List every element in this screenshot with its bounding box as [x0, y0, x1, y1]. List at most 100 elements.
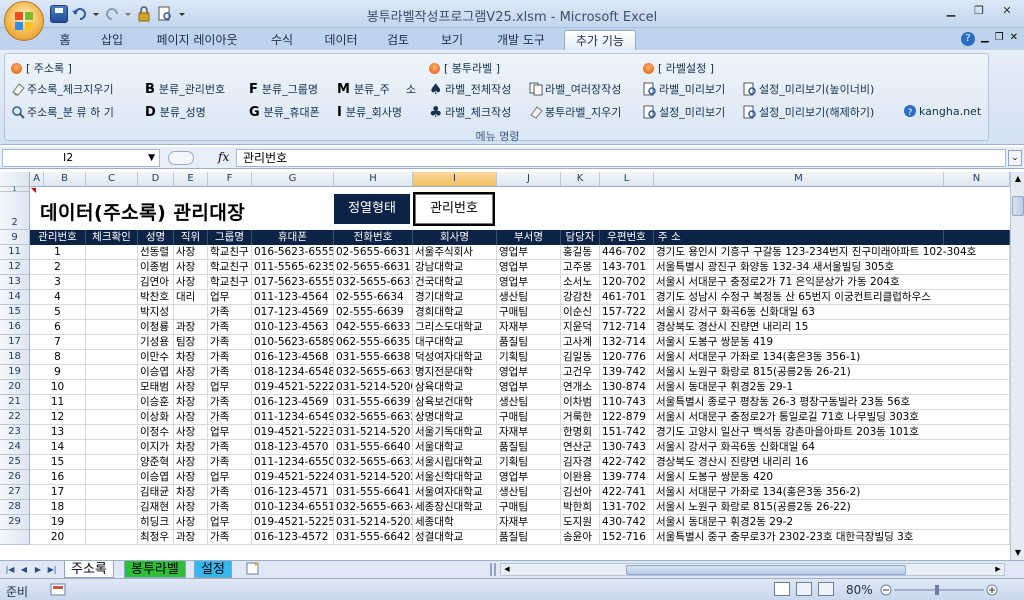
table-cell[interactable]: 011-1234-6549 — [252, 410, 334, 425]
table-cell[interactable]: 032-5655-6633 — [334, 455, 413, 470]
table-cell[interactable]: 사장 — [174, 380, 208, 395]
table-cell[interactable]: 김태균 — [138, 485, 174, 500]
table-cell[interactable]: 이승엽 — [138, 365, 174, 380]
table-cell[interactable]: 업무 — [208, 515, 252, 530]
table-cell[interactable]: 사장 — [174, 500, 208, 515]
table-cell[interactable]: 서울시 도봉구 쌍문동 419 — [654, 335, 1010, 350]
table-cell[interactable]: 010-1234-6551 — [252, 500, 334, 515]
table-cell[interactable]: 032-5655-6632 — [334, 410, 413, 425]
formula-expand-button[interactable]: ⌄ — [1008, 150, 1022, 166]
table-cell[interactable]: 자재부 — [497, 515, 561, 530]
table-header-cell[interactable]: 회사명 — [413, 230, 497, 245]
table-cell[interactable]: 16 — [30, 470, 86, 485]
table-cell[interactable]: 019-4521-5222 — [252, 380, 334, 395]
table-cell[interactable]: 016-123-4568 — [252, 350, 334, 365]
kangha-link[interactable]: ? kangha.net — [903, 104, 981, 118]
table-cell[interactable]: 서울여자대학교 — [413, 485, 497, 500]
table-cell[interactable]: 사장 — [174, 515, 208, 530]
table-cell[interactable] — [86, 470, 138, 485]
row-header[interactable]: 14 — [0, 290, 30, 305]
table-cell[interactable]: 업무 — [208, 290, 252, 305]
table-cell[interactable]: 2 — [30, 260, 86, 275]
table-cell[interactable]: 가족 — [208, 395, 252, 410]
label-clear-button[interactable]: 봉투라벨_지우기 — [529, 104, 621, 120]
table-cell[interactable]: 12 — [30, 410, 86, 425]
table-cell[interactable]: 영업부 — [497, 245, 561, 260]
sheet-tab-addressbook[interactable]: 주소록 — [64, 561, 114, 578]
sheet-tab-envelope-label[interactable]: 봉투라벨 — [124, 561, 186, 578]
minimize-button[interactable]: ▁ — [938, 2, 964, 20]
table-cell[interactable]: 10 — [30, 380, 86, 395]
table-cell[interactable]: 명지전문대학 — [413, 365, 497, 380]
table-cell[interactable]: 김일동 — [561, 350, 600, 365]
name-box[interactable]: I2 ▼ — [2, 149, 160, 167]
table-cell[interactable]: 삼육대학교 — [413, 380, 497, 395]
table-cell[interactable]: 사장 — [174, 365, 208, 380]
table-cell[interactable]: 157-722 — [600, 305, 654, 320]
table-cell[interactable]: 가족 — [208, 305, 252, 320]
table-cell[interactable]: 생산팀 — [497, 395, 561, 410]
table-cell[interactable]: 영업부 — [497, 260, 561, 275]
cat-group-button[interactable]: F 분류_그룹명 — [249, 81, 318, 97]
addr-sort-button[interactable]: 주소록_분 류 하 기 — [11, 104, 114, 120]
table-cell[interactable]: 011-1234-6550 — [252, 455, 334, 470]
table-cell[interactable]: 이정수 — [138, 425, 174, 440]
table-cell[interactable]: 박지성 — [138, 305, 174, 320]
addr-check-clear-button[interactable]: 주소록_체크지우기 — [11, 81, 113, 97]
ribbon-minimize-button[interactable]: ▁ — [981, 32, 989, 46]
tab-page-layout[interactable]: 페이지 레이아웃 — [146, 30, 248, 50]
table-cell[interactable]: 02-5655-6631 — [334, 260, 413, 275]
table-cell[interactable]: 김연아 — [138, 275, 174, 290]
cat-mgmt-button[interactable]: B 분류_관리번호 — [145, 81, 225, 97]
table-cell[interactable]: 박찬호 — [138, 290, 174, 305]
table-cell[interactable]: 이지가 — [138, 440, 174, 455]
help-icon[interactable]: ? — [960, 32, 975, 46]
table-cell[interactable]: 서울특별시 광진구 화양동 132-34 새서울빌딩 305호 — [654, 260, 1010, 275]
sheet-tab-settings[interactable]: 설정 — [194, 561, 232, 578]
table-header-cell[interactable]: 그룹명 — [208, 230, 252, 245]
new-sheet-icon[interactable] — [244, 562, 262, 576]
scroll-left-icon[interactable]: ◀ — [501, 564, 513, 575]
table-cell[interactable]: 사장 — [174, 245, 208, 260]
column-header-b[interactable]: B — [44, 172, 86, 187]
table-cell[interactable]: 거룩한 — [561, 410, 600, 425]
row-header[interactable]: 27 — [0, 485, 30, 500]
row-header[interactable]: 15 — [0, 305, 30, 320]
table-cell[interactable]: 서울신학대학교 — [413, 470, 497, 485]
column-header-i[interactable]: I — [413, 172, 497, 187]
table-cell[interactable]: 422-741 — [600, 485, 654, 500]
row-header[interactable]: 18 — [0, 350, 30, 365]
tab-split-handle[interactable] — [490, 563, 496, 576]
table-cell[interactable] — [86, 245, 138, 260]
table-cell[interactable]: 430-742 — [600, 515, 654, 530]
table-cell[interactable]: 서울시 노원구 화랑로 815(공릉2동 26-21) — [654, 365, 1010, 380]
table-cell[interactable]: 이차범 — [561, 395, 600, 410]
table-cell[interactable] — [86, 275, 138, 290]
label-check-button[interactable]: ♣ 라벨_체크작성 — [429, 104, 511, 120]
zoom-level[interactable]: 80% — [846, 583, 873, 597]
table-cell[interactable]: 서울주식회사 — [413, 245, 497, 260]
column-header-f[interactable]: F — [208, 172, 252, 187]
table-cell[interactable]: 고주몽 — [561, 260, 600, 275]
row-header[interactable]: 20 — [0, 380, 30, 395]
table-cell[interactable]: 김재현 — [138, 500, 174, 515]
last-sheet-icon[interactable]: ▶| — [46, 563, 58, 576]
scroll-right-icon[interactable]: ▶ — [992, 564, 1004, 575]
table-cell[interactable]: 품질팀 — [497, 335, 561, 350]
table-cell[interactable]: 011-123-4564 — [252, 290, 334, 305]
table-cell[interactable]: 446-702 — [600, 245, 654, 260]
table-cell[interactable]: 이완용 — [561, 470, 600, 485]
table-cell[interactable]: 홍길동 — [561, 245, 600, 260]
table-cell[interactable]: 019-4521-5224 — [252, 470, 334, 485]
column-header-a[interactable]: A — [30, 172, 44, 187]
row-header[interactable]: 29 — [0, 515, 30, 530]
table-cell[interactable]: 016-5623-6555 — [252, 245, 334, 260]
table-cell[interactable]: 품질팀 — [497, 530, 561, 545]
row-header[interactable]: 21 — [0, 395, 30, 410]
table-cell[interactable]: 02-555-6639 — [334, 305, 413, 320]
table-cell[interactable]: 031-5214-5201 — [334, 425, 413, 440]
table-cell[interactable]: 062-555-6635 — [334, 335, 413, 350]
office-button[interactable] — [4, 1, 44, 41]
table-cell[interactable] — [86, 305, 138, 320]
table-cell[interactable]: 010-123-4563 — [252, 320, 334, 335]
